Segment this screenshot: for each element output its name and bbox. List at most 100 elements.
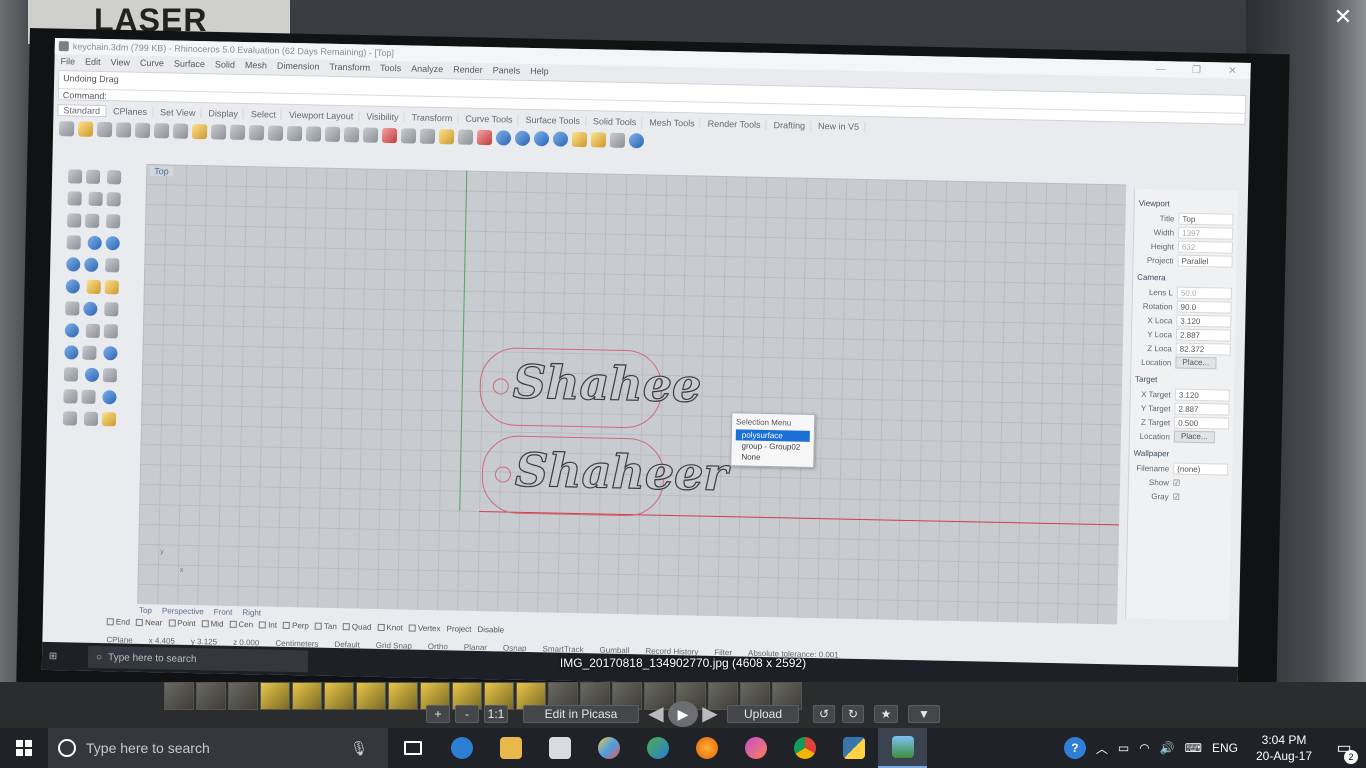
tab-drafting[interactable]: Drafting	[768, 119, 812, 131]
render-icon[interactable]	[101, 390, 117, 405]
save-icon[interactable]	[96, 121, 113, 137]
menu-edit[interactable]: Edit	[85, 57, 101, 67]
render-preview-icon[interactable]	[514, 130, 531, 146]
gray-checkbox[interactable]: ☑	[1173, 492, 1180, 501]
move-icon[interactable]	[248, 124, 265, 140]
menu-file[interactable]: File	[60, 56, 75, 66]
layout-icon[interactable]	[83, 411, 98, 426]
firefox-icon[interactable]	[682, 728, 731, 768]
tab-set-view[interactable]: Set View	[154, 107, 202, 119]
rectangle-icon[interactable]	[85, 213, 100, 228]
volume-icon[interactable]: 🔊	[1160, 741, 1175, 755]
curve-icon[interactable]	[67, 191, 82, 206]
star-button[interactable]: ★	[874, 705, 898, 723]
tab-display[interactable]: Display	[203, 108, 244, 119]
menu-analyze[interactable]: Analyze	[411, 63, 443, 74]
tab-render-tools[interactable]: Render Tools	[702, 118, 767, 130]
top-viewport[interactable]: Top Shahee Shaheer Selection Menu polysu…	[137, 163, 1127, 625]
tab-new-in-v5[interactable]: New in V5	[812, 120, 866, 132]
help-icon[interactable]: ?	[1063, 737, 1086, 759]
mirror-icon[interactable]	[63, 367, 79, 382]
osnap-end[interactable]: End	[106, 617, 130, 627]
tab-solid-tools[interactable]: Solid Tools	[587, 116, 643, 128]
menu-curve[interactable]: Curve	[140, 58, 164, 69]
extrude-icon[interactable]	[65, 279, 80, 294]
grid-icon[interactable]	[63, 389, 78, 404]
viewport-tab-right[interactable]: Right	[242, 608, 261, 617]
light-icon[interactable]	[438, 128, 455, 144]
select-arrow-icon[interactable]	[67, 169, 83, 184]
viewport-label[interactable]: Top	[150, 166, 173, 177]
select-filter-icon[interactable]	[400, 127, 417, 144]
zoom-out-button[interactable]: -	[455, 705, 479, 723]
osnap-quad[interactable]: Quad	[342, 622, 372, 632]
copy-icon[interactable]	[172, 122, 189, 139]
osnap-tan[interactable]: Tan	[314, 622, 337, 631]
menu-panels[interactable]: Panels	[493, 65, 521, 76]
array-icon[interactable]	[102, 346, 118, 361]
maximize-icon[interactable]: ❐	[1178, 64, 1214, 76]
edit-in-picasa-button[interactable]: Edit in Picasa	[523, 705, 639, 723]
wifi-icon[interactable]: ◠	[1139, 741, 1149, 755]
new-file-icon[interactable]	[58, 120, 75, 136]
close-icon[interactable]: ✕	[1214, 65, 1250, 77]
analyze-icon[interactable]	[102, 368, 117, 383]
trim-icon[interactable]	[83, 301, 98, 316]
options-icon[interactable]	[590, 131, 607, 148]
polygon-icon[interactable]	[67, 213, 82, 228]
show-checkbox[interactable]: ☑	[1173, 478, 1180, 487]
text-icon[interactable]	[64, 345, 79, 360]
python-icon[interactable]	[829, 728, 878, 768]
prop-title-field[interactable]: Top	[1178, 212, 1234, 226]
menu-view[interactable]: View	[110, 57, 130, 67]
tab-standard[interactable]: Standard	[57, 104, 107, 118]
keychain-2[interactable]: Shaheer	[481, 435, 729, 517]
prop-projection-select[interactable]: Parallel	[1177, 254, 1233, 268]
menu-mesh[interactable]: Mesh	[245, 60, 267, 70]
prop-ztarget-field[interactable]: 0.500	[1174, 416, 1230, 430]
join-icon[interactable]	[85, 323, 100, 338]
lock-icon[interactable]	[457, 128, 474, 145]
zoom-extents-icon[interactable]	[305, 125, 322, 142]
pan-icon[interactable]	[229, 124, 246, 140]
microphone-icon[interactable]: 🎙	[350, 740, 368, 757]
osnap-project[interactable]: Project	[446, 624, 471, 634]
zoom-selected-icon[interactable]	[324, 126, 341, 142]
rotate-right-button[interactable]: ↻	[842, 705, 864, 723]
prop-xtarget-field[interactable]: 3.120	[1174, 388, 1230, 402]
hide-icon[interactable]	[419, 128, 436, 144]
upload-button[interactable]: Upload	[727, 705, 799, 723]
more-button[interactable]: ▼	[908, 705, 940, 723]
rendered-icon[interactable]	[552, 130, 569, 147]
viewport-tab-front[interactable]: Front	[214, 607, 233, 616]
menu-solid[interactable]: Solid	[215, 59, 235, 69]
menu-transform[interactable]: Transform	[329, 62, 370, 73]
sphere-icon[interactable]	[84, 257, 99, 272]
actual-size-button[interactable]: 1:1	[484, 705, 508, 723]
rotate-left-button[interactable]: ↺	[813, 705, 835, 723]
arc-icon[interactable]	[106, 192, 121, 207]
layer-icon[interactable]	[476, 129, 493, 145]
osnap-int[interactable]: Int	[259, 620, 277, 630]
tab-viewport-layout[interactable]: Viewport Layout	[283, 109, 360, 122]
undo-icon[interactable]	[210, 123, 227, 140]
surface-icon[interactable]	[87, 235, 102, 251]
action-center-icon[interactable]: ▭ 2	[1330, 738, 1358, 764]
chevron-up-icon[interactable]: ︿	[1096, 740, 1108, 757]
globe-app-icon[interactable]	[633, 728, 682, 768]
prop-xloc-field[interactable]: 3.120	[1176, 314, 1232, 328]
zoom-icon[interactable]	[267, 124, 284, 141]
edge-browser-icon[interactable]	[437, 728, 486, 768]
osnap-cen[interactable]: Cen	[229, 620, 253, 629]
paint-app-icon[interactable]	[584, 728, 633, 768]
box-icon[interactable]	[66, 257, 81, 272]
help-icon[interactable]	[628, 132, 645, 148]
keychain-1[interactable]: Shahee	[478, 346, 702, 429]
tab-transform[interactable]: Transform	[406, 112, 459, 124]
file-explorer-icon[interactable]	[486, 728, 535, 768]
properties-icon[interactable]	[495, 129, 512, 146]
osnap-knot[interactable]: Knot	[377, 623, 403, 632]
zoom-window-icon[interactable]	[286, 125, 303, 141]
tab-curve-tools[interactable]: Curve Tools	[460, 113, 519, 125]
rotate-view-icon[interactable]	[343, 126, 360, 142]
